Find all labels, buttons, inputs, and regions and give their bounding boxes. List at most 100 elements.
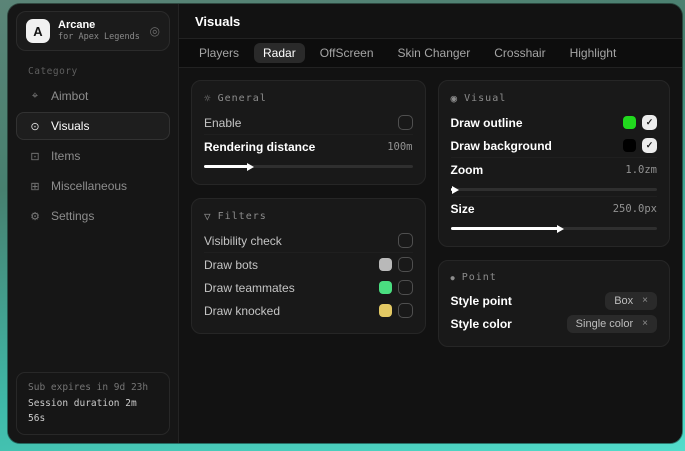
size-row: Size 250.0px: [451, 196, 658, 220]
size-value: 250.0px: [613, 203, 657, 215]
app-logo: A: [26, 19, 50, 43]
clear-icon[interactable]: ×: [642, 295, 648, 306]
crosshair-icon: ⌖: [28, 90, 42, 103]
sun-icon: ☼: [204, 92, 211, 105]
enable-checkbox[interactable]: [398, 115, 413, 130]
style-color-select[interactable]: Single color ×: [567, 315, 657, 333]
app-brand: A Arcane for Apex Legends ◎: [16, 11, 170, 51]
content-area: ☼ General Enable Rendering distance 100m: [179, 68, 682, 443]
sub-expiry-text: Sub expires in 9d 23h: [28, 380, 158, 396]
tab-highlight[interactable]: Highlight: [561, 43, 626, 63]
general-card-header: ☼ General: [204, 90, 413, 111]
draw-outline-color-swatch[interactable]: [623, 116, 636, 129]
draw-teammates-label: Draw teammates: [204, 281, 295, 295]
style-color-label: Style color: [451, 317, 512, 331]
sidebar-item-settings[interactable]: ⚙ Settings: [16, 202, 170, 230]
point-card-title: Point: [462, 272, 497, 283]
draw-background-color-swatch[interactable]: [623, 139, 636, 152]
visual-card: ◉ Visual Draw outline ✓ Draw background: [438, 80, 671, 247]
sidebar-item-visuals[interactable]: ⊙ Visuals: [16, 112, 170, 140]
visual-card-title: Visual: [464, 93, 506, 104]
rendering-distance-value: 100m: [387, 141, 412, 153]
clear-icon[interactable]: ×: [642, 318, 648, 329]
draw-bots-label: Draw bots: [204, 258, 258, 272]
slider-fill: [204, 165, 248, 168]
draw-bots-checkbox[interactable]: [398, 257, 413, 272]
tab-crosshair[interactable]: Crosshair: [485, 43, 554, 63]
tab-players[interactable]: Players: [190, 43, 248, 63]
sidebar-item-label: Items: [51, 149, 80, 163]
size-slider[interactable]: [451, 227, 658, 230]
draw-outline-checkbox[interactable]: ✓: [642, 115, 657, 130]
desktop-background: A Arcane for Apex Legends ◎ Category ⌖ A…: [0, 0, 685, 451]
target-icon[interactable]: ◎: [150, 24, 160, 38]
draw-bots-color-swatch[interactable]: [379, 258, 392, 271]
slider-thumb[interactable]: [452, 186, 459, 194]
page-title: Visuals: [179, 4, 682, 39]
enable-label: Enable: [204, 116, 241, 130]
box-icon: ⊡: [28, 150, 42, 163]
gear-icon: ⚙: [28, 210, 42, 223]
app-window: A Arcane for Apex Legends ◎ Category ⌖ A…: [8, 4, 682, 443]
sidebar-item-label: Miscellaneous: [51, 179, 127, 193]
sidebar-item-miscellaneous[interactable]: ⊞ Miscellaneous: [16, 172, 170, 200]
sidebar-item-aimbot[interactable]: ⌖ Aimbot: [16, 82, 170, 110]
sidebar-nav: ⌖ Aimbot ⊙ Visuals ⊡ Items ⊞ Miscellaneo…: [8, 82, 178, 230]
main-panel: Visuals Players Radar OffScreen Skin Cha…: [179, 4, 682, 443]
general-card-title: General: [218, 93, 267, 104]
draw-teammates-row: Draw teammates: [204, 276, 413, 299]
draw-knocked-label: Draw knocked: [204, 304, 280, 318]
sidebar-item-items[interactable]: ⊡ Items: [16, 142, 170, 170]
rendering-distance-slider[interactable]: [204, 165, 413, 168]
zoom-value: 1.0zm: [625, 164, 657, 176]
general-card: ☼ General Enable Rendering distance 100m: [191, 80, 426, 185]
zoom-label: Zoom: [451, 163, 484, 177]
tab-radar[interactable]: Radar: [254, 43, 305, 63]
enable-row: Enable: [204, 111, 413, 134]
size-label: Size: [451, 202, 475, 216]
eye-icon: ⊙: [28, 120, 42, 133]
draw-teammates-checkbox[interactable]: [398, 280, 413, 295]
zoom-slider[interactable]: [451, 188, 658, 191]
point-card: ● Point Style point Box × Style color: [438, 260, 671, 347]
tab-skin-changer[interactable]: Skin Changer: [389, 43, 480, 63]
app-name: Arcane: [58, 19, 142, 33]
style-point-label: Style point: [451, 294, 512, 308]
funnel-icon: ▽: [204, 210, 211, 223]
tab-offscreen[interactable]: OffScreen: [311, 43, 383, 63]
right-column: ◉ Visual Draw outline ✓ Draw background: [438, 80, 671, 431]
draw-background-label: Draw background: [451, 139, 552, 153]
session-duration-text: Session duration 2m 56s: [28, 396, 158, 427]
grid-icon: ⊞: [28, 180, 42, 193]
filters-card: ▽ Filters Visibility check Draw bots: [191, 198, 426, 334]
dot-icon: ●: [451, 274, 455, 282]
draw-knocked-checkbox[interactable]: [398, 303, 413, 318]
category-label: Category: [28, 66, 178, 77]
slider-thumb[interactable]: [247, 163, 254, 171]
visibility-check-label: Visibility check: [204, 234, 282, 248]
rendering-distance-row: Rendering distance 100m: [204, 134, 413, 158]
style-color-selected-value: Single color: [576, 318, 633, 330]
draw-background-checkbox[interactable]: ✓: [642, 138, 657, 153]
slider-thumb[interactable]: [557, 225, 564, 233]
sidebar-item-label: Aimbot: [51, 89, 88, 103]
left-column: ☼ General Enable Rendering distance 100m: [191, 80, 426, 431]
style-point-selected-value: Box: [614, 295, 633, 307]
app-subtitle: for Apex Legends: [58, 32, 142, 43]
sidebar-item-label: Visuals: [51, 119, 89, 133]
style-point-row: Style point Box ×: [451, 289, 658, 312]
draw-teammates-color-swatch[interactable]: [379, 281, 392, 294]
draw-knocked-color-swatch[interactable]: [379, 304, 392, 317]
point-card-header: ● Point: [451, 270, 658, 289]
visibility-check-row: Visibility check: [204, 229, 413, 252]
slider-fill: [451, 227, 558, 230]
draw-bots-row: Draw bots: [204, 252, 413, 276]
visibility-check-checkbox[interactable]: [398, 233, 413, 248]
eye-icon: ◉: [451, 92, 458, 105]
draw-outline-row: Draw outline ✓: [451, 111, 658, 134]
draw-background-row: Draw background ✓: [451, 134, 658, 157]
style-color-row: Style color Single color ×: [451, 312, 658, 335]
style-point-select[interactable]: Box ×: [605, 292, 657, 310]
sidebar-item-label: Settings: [51, 209, 94, 223]
filters-card-header: ▽ Filters: [204, 208, 413, 229]
